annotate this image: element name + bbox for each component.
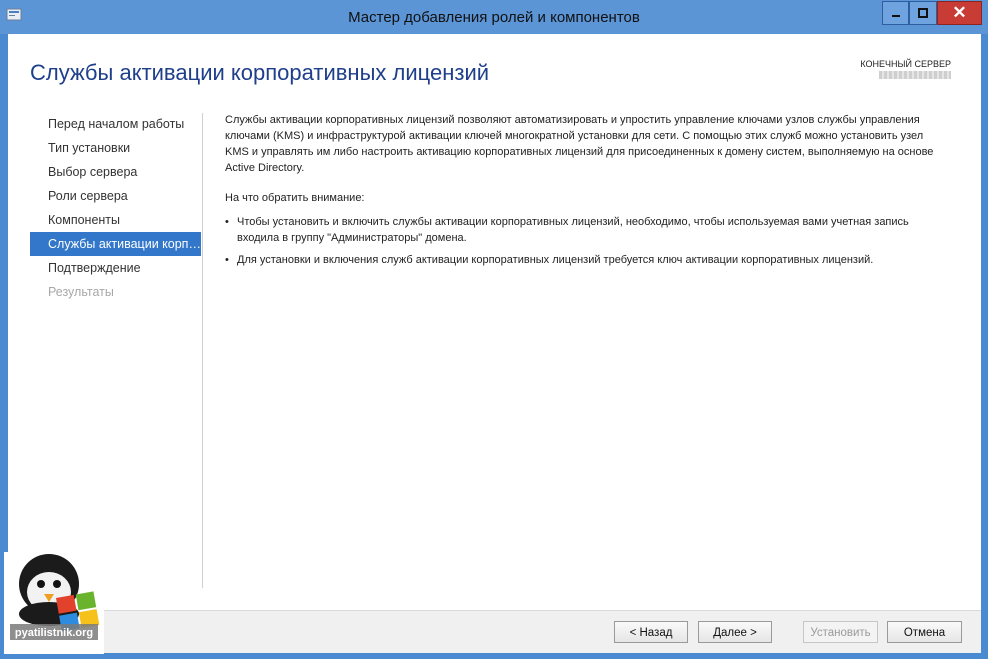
nav-item-server-roles[interactable]: Роли сервера [30,184,201,208]
penguin-logo: pyatilistnik.org [4,552,104,654]
nav-item-before-you-begin[interactable]: Перед началом работы [30,112,201,136]
destination-server-label: КОНЕЧНЫЙ СЕРВЕР [860,59,951,69]
back-button[interactable]: < Назад [614,621,688,643]
intro-text: Службы активации корпоративных лицензий … [225,114,934,174]
nav-item-features[interactable]: Компоненты [30,208,201,232]
nav-item-results: Результаты [48,285,114,299]
wizard-footer: < Назад Далее > Установить Отмена [8,610,981,653]
install-button: Установить [803,621,878,643]
watermark-text: pyatilistnik.org [15,627,93,639]
page-title: Службы активации корпоративных лицензий [30,60,490,85]
nav-item-volume-activation[interactable]: Службы активации корпоративных лицензий [30,232,201,256]
minimize-button[interactable] [882,1,909,25]
notes-list: Чтобы установить и включить службы актив… [225,214,950,268]
window-title: Мастер добавления ролей и компонентов [348,9,640,26]
notes-heading: На что обратить внимание: [225,192,365,204]
nav-divider [202,113,203,588]
close-button[interactable]: ✕ [937,1,982,25]
wizard-window: Мастер добавления ролей и компонентов ✕ … [0,0,988,659]
list-item: Для установки и включения служб активаци… [225,252,950,268]
list-item: Чтобы установить и включить службы актив… [225,214,950,246]
maximize-icon [918,8,928,18]
wizard-client-area: Службы активации корпоративных лицензий … [8,34,981,653]
destination-server-value [879,71,951,79]
maximize-button[interactable] [909,1,937,25]
next-button[interactable]: Далее > [698,621,772,643]
close-icon: ✕ [952,3,967,22]
nav-item-server-selection[interactable]: Выбор сервера [30,160,201,184]
description-panel: Службы активации корпоративных лицензий … [225,112,950,274]
wizard-nav: Перед началом работы Тип установки Выбор… [30,112,201,304]
nav-item-confirmation[interactable]: Подтверждение [30,256,201,280]
nav-item-installation-type[interactable]: Тип установки [30,136,201,160]
minimize-icon [891,15,900,17]
cancel-button[interactable]: Отмена [887,621,962,643]
title-bar[interactable]: Мастер добавления ролей и компонентов ✕ [0,0,988,34]
